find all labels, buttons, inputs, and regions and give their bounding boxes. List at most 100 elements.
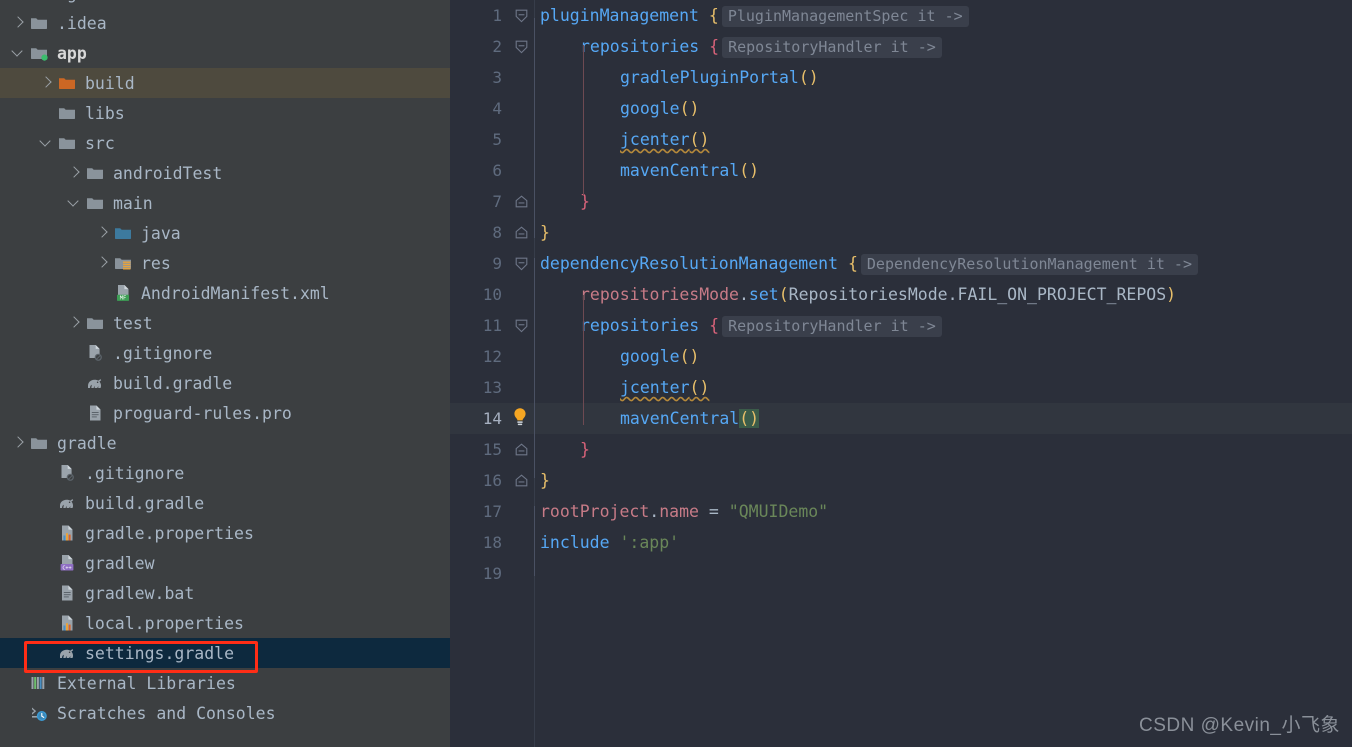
fold-collapse-top-icon[interactable] <box>515 8 528 23</box>
project-tree[interactable]: .gradle .idea app build libs src androidTest ma… <box>0 0 450 728</box>
fold-end-top-icon[interactable] <box>515 225 528 239</box>
line-number[interactable]: 9 <box>450 254 510 273</box>
code-line-18[interactable]: 18 include ':app' <box>450 527 1352 558</box>
tree-item-gradlew-bat[interactable]: gradlew.bat <box>0 578 450 608</box>
tree-item-gitignore[interactable]: .gitignore <box>0 338 450 368</box>
code-line-3[interactable]: 3 gradlePluginPortal() <box>450 62 1352 93</box>
gutter-marker-area[interactable] <box>510 496 535 527</box>
line-number[interactable]: 17 <box>450 502 510 521</box>
line-number[interactable]: 11 <box>450 316 510 335</box>
code-line-14[interactable]: 14 mavenCentral() <box>450 403 1352 434</box>
fold-end-top-icon[interactable] <box>515 473 528 487</box>
code-line-12[interactable]: 12 google() <box>450 341 1352 372</box>
fold-end-sub-icon[interactable] <box>515 442 528 456</box>
line-number[interactable]: 4 <box>450 99 510 118</box>
tree-item-gradlew[interactable]: C++ gradlew <box>0 548 450 578</box>
line-number[interactable]: 19 <box>450 564 510 583</box>
line-number[interactable]: 13 <box>450 378 510 397</box>
code-line-7[interactable]: 7} <box>450 186 1352 217</box>
line-number[interactable]: 6 <box>450 161 510 180</box>
gutter-marker-area[interactable] <box>510 248 535 279</box>
code-text[interactable]: repositories {RepositoryHandler it -> <box>535 316 942 337</box>
code-text[interactable]: repositories {RepositoryHandler it -> <box>535 37 942 58</box>
code-line-11[interactable]: 11 repositories {RepositoryHandler it -> <box>450 310 1352 341</box>
line-number[interactable]: 3 <box>450 68 510 87</box>
code-line-15[interactable]: 15} <box>450 434 1352 465</box>
gutter-marker-area[interactable] <box>510 403 535 434</box>
line-number[interactable]: 5 <box>450 130 510 149</box>
gutter-marker-area[interactable] <box>510 155 535 186</box>
gutter-marker-area[interactable] <box>510 372 535 403</box>
gutter-marker-area[interactable] <box>510 93 535 124</box>
tree-item-local-properties[interactable]: local.properties <box>0 608 450 638</box>
gutter-marker-area[interactable] <box>510 434 535 465</box>
code-text[interactable]: google() <box>535 347 699 366</box>
gutter-marker-area[interactable] <box>510 527 535 558</box>
code-editor[interactable]: 1 pluginManagement {PluginManagementSpec … <box>450 0 1352 747</box>
chevron-down-icon[interactable] <box>66 195 82 211</box>
tree-item-src[interactable]: src <box>0 128 450 158</box>
code-text[interactable]: pluginManagement {PluginManagementSpec i… <box>535 6 969 27</box>
gutter-marker-area[interactable] <box>510 0 535 31</box>
fold-collapse-sub-icon[interactable] <box>515 39 528 54</box>
line-number[interactable]: 1 <box>450 6 510 25</box>
code-line-13[interactable]: 13 jcenter() <box>450 372 1352 403</box>
tree-item-external-libraries[interactable]: External Libraries <box>0 668 450 698</box>
code-line-4[interactable]: 4 google() <box>450 93 1352 124</box>
gutter-marker-area[interactable] <box>510 465 535 496</box>
tree-item-res[interactable]: res <box>0 248 450 278</box>
tree-item-scratches-and-consoles[interactable]: Scratches and Consoles <box>0 698 450 728</box>
code-line-6[interactable]: 6 mavenCentral() <box>450 155 1352 186</box>
code-line-19[interactable]: 19 <box>450 558 1352 589</box>
chevron-right-icon[interactable] <box>10 15 26 31</box>
tree-item-test[interactable]: test <box>0 308 450 338</box>
code-text[interactable]: mavenCentral() <box>535 161 759 180</box>
fold-end-sub-icon[interactable] <box>515 194 528 208</box>
gutter-marker-area[interactable] <box>510 62 535 93</box>
tree-item-build-gradle[interactable]: build.gradle <box>0 488 450 518</box>
code-text[interactable]: gradlePluginPortal() <box>535 68 819 87</box>
tree-item-app[interactable]: app <box>0 38 450 68</box>
code-line-8[interactable]: 8} <box>450 217 1352 248</box>
code-text[interactable]: include ':app' <box>535 533 679 552</box>
tree-item-androidmanifest-xml[interactable]: MF AndroidManifest.xml <box>0 278 450 308</box>
code-text[interactable]: dependencyResolutionManagement {Dependen… <box>535 254 1198 275</box>
gutter-marker-area[interactable] <box>510 279 535 310</box>
code-line-16[interactable]: 16} <box>450 465 1352 496</box>
gutter-marker-area[interactable] <box>510 186 535 217</box>
project-tool-window[interactable]: .gradle .idea app build libs src androidTest ma… <box>0 0 450 747</box>
tree-item-androidtest[interactable]: androidTest <box>0 158 450 188</box>
code-text[interactable]: jcenter() <box>535 378 709 397</box>
line-number[interactable]: 16 <box>450 471 510 490</box>
chevron-down-icon[interactable] <box>38 135 54 151</box>
tree-item-gradle[interactable]: .gradle <box>0 0 450 8</box>
gutter-marker-area[interactable] <box>510 310 535 341</box>
gutter-marker-area[interactable] <box>510 31 535 62</box>
tree-item-gitignore[interactable]: .gitignore <box>0 458 450 488</box>
code-text[interactable]: repositoriesMode.set(RepositoriesMode.FA… <box>535 285 1176 304</box>
chevron-right-icon[interactable] <box>38 75 54 91</box>
chevron-right-icon[interactable] <box>66 165 82 181</box>
gutter-marker-area[interactable] <box>510 341 535 372</box>
code-line-10[interactable]: 10 repositoriesMode.set(RepositoriesMode.… <box>450 279 1352 310</box>
code-line-17[interactable]: 17 rootProject.name = "QMUIDemo" <box>450 496 1352 527</box>
line-number[interactable]: 18 <box>450 533 510 552</box>
gutter-marker-area[interactable] <box>510 558 535 589</box>
fold-collapse-top-icon[interactable] <box>515 256 528 271</box>
chevron-down-icon[interactable] <box>10 45 26 61</box>
code-text[interactable]: google() <box>535 99 699 118</box>
code-content[interactable]: 1 pluginManagement {PluginManagementSpec … <box>450 0 1352 589</box>
tree-item-proguard-rules-pro[interactable]: proguard-rules.pro <box>0 398 450 428</box>
code-text[interactable]: } <box>535 471 550 490</box>
tree-item-libs[interactable]: libs <box>0 98 450 128</box>
tree-item-java[interactable]: java <box>0 218 450 248</box>
intention-bulb-icon[interactable] <box>511 407 529 431</box>
tree-item-idea[interactable]: .idea <box>0 8 450 38</box>
line-number[interactable]: 10 <box>450 285 510 304</box>
line-number[interactable]: 14 <box>450 409 510 428</box>
chevron-right-icon[interactable] <box>66 315 82 331</box>
gutter-marker-area[interactable] <box>510 217 535 248</box>
code-text[interactable]: jcenter() <box>535 130 709 149</box>
tree-item-main[interactable]: main <box>0 188 450 218</box>
code-line-1[interactable]: 1 pluginManagement {PluginManagementSpec … <box>450 0 1352 31</box>
